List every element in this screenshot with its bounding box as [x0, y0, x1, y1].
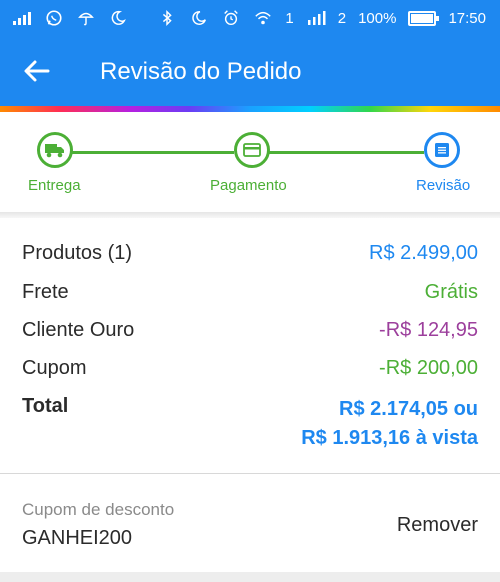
coupon-discount-label: Cupom	[22, 357, 87, 379]
coupon-field-label: Cupom de desconto	[22, 500, 175, 519]
summary-row-gold-client: Cliente Ouro -R$ 124,95	[22, 319, 478, 342]
total-label: Total	[22, 395, 69, 417]
cell-signal-icon	[307, 11, 326, 25]
step-entrega[interactable]	[37, 132, 73, 168]
total-value-block: R$ 2.174,05 ou R$ 1.913,16 à vista	[301, 395, 478, 453]
step-revisao[interactable]	[424, 132, 460, 168]
summary-divider	[0, 473, 500, 474]
summary-row-coupon: Cupom -R$ 200,00	[22, 357, 478, 380]
remove-coupon-button[interactable]: Remover	[397, 514, 478, 537]
coupon-discount-value: -R$ 200,00	[379, 357, 478, 379]
step-label-revisao: Revisão	[416, 177, 471, 194]
status-bar-notifications	[12, 9, 128, 27]
summary-row-shipping: Frete Grátis	[22, 281, 478, 304]
coupon-code: GANHEI200	[22, 527, 133, 549]
gold-client-value: -R$ 124,95	[379, 319, 478, 341]
battery-percent: 100%	[358, 9, 397, 27]
truck-icon	[45, 144, 64, 158]
bluetooth-icon	[163, 9, 173, 27]
clock: 17:50	[448, 9, 486, 27]
sim1-indicator: 1	[285, 9, 294, 27]
bottom-separator	[0, 572, 500, 582]
whatsapp-icon	[46, 10, 62, 26]
weather-icon	[78, 12, 94, 26]
signal-bars-icon	[13, 12, 31, 25]
summary-row-total: Total R$ 2.174,05 ou R$ 1.913,16 à vista	[22, 395, 478, 453]
moon-phone-icon	[111, 10, 126, 25]
list-icon	[435, 143, 449, 157]
checkout-stepper: Entrega Pagamento Revisão	[0, 112, 500, 216]
shipping-label: Frete	[22, 281, 69, 303]
status-bar: 1 2 100% 17:50	[0, 0, 500, 36]
do-not-disturb-icon	[192, 10, 207, 25]
total-cash-value: R$ 1.913,16 à vista	[301, 427, 478, 449]
page-title: Revisão do Pedido	[100, 58, 302, 85]
summary-row-products: Produtos (1) R$ 2.499,00	[22, 242, 478, 265]
gold-client-label: Cliente Ouro	[22, 319, 135, 341]
coupon-section: Cupom de desconto GANHEI200 Remover	[0, 476, 500, 572]
status-bar-system: 1 2 100% 17:50	[157, 9, 486, 27]
step-pagamento[interactable]	[234, 132, 270, 168]
sim2-indicator: 2	[337, 9, 347, 27]
step-label-pagamento: Pagamento	[210, 177, 287, 194]
step-label-entrega: Entrega	[28, 177, 81, 194]
step-connector-2	[269, 151, 424, 154]
back-arrow-icon[interactable]	[22, 56, 52, 86]
app-bar: Revisão do Pedido	[0, 36, 500, 106]
step-connector-1	[70, 151, 234, 154]
alarm-icon	[224, 10, 239, 26]
products-value: R$ 2.499,00	[369, 242, 478, 264]
order-summary: Produtos (1) R$ 2.499,00 Frete Grátis Cl…	[0, 218, 500, 472]
total-value: R$ 2.174,05 ou	[339, 398, 478, 420]
wifi-icon	[255, 11, 272, 25]
credit-card-icon	[243, 143, 261, 157]
shipping-value: Grátis	[424, 281, 478, 303]
products-label: Produtos (1)	[22, 242, 133, 264]
battery-icon	[408, 10, 440, 26]
